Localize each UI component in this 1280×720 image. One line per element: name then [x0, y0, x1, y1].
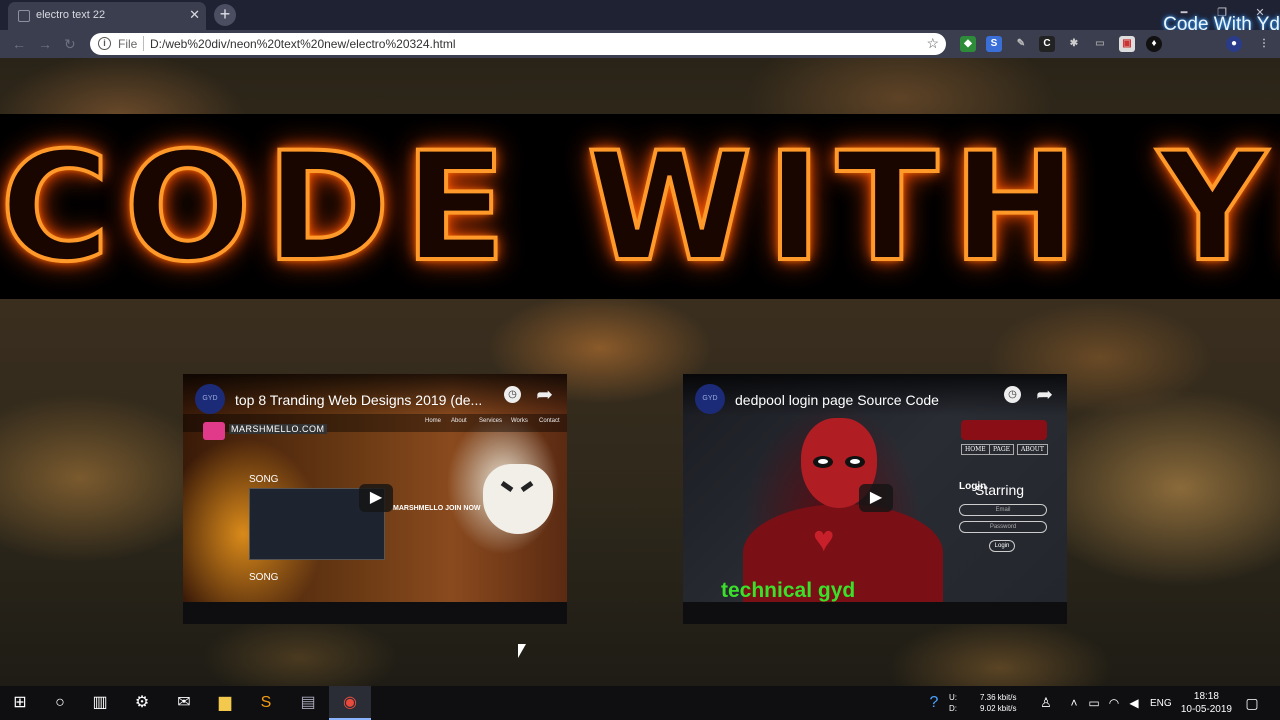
neon-banner: CODE WITH YD	[0, 114, 1280, 299]
mail-icon[interactable]: ✉	[174, 693, 194, 713]
thumb-login-button: Login	[989, 540, 1015, 552]
thumb-nav-item: Works	[511, 418, 528, 424]
thumb-nav-item: Services	[479, 418, 503, 424]
windows-start-icon[interactable]: ⊞	[10, 693, 30, 713]
net-up-label: U:	[949, 693, 957, 702]
net-speed: 7.36 kbit/s 9.02 kbit/s	[980, 692, 1016, 714]
thumb-join-text: MARSHMELLO JOIN NOW	[393, 505, 481, 512]
thumb-figure-eye	[813, 456, 833, 468]
video-title[interactable]: top 8 Tranding Web Designs 2019 (de...	[235, 392, 482, 408]
screen: electro text 22 ✕ + ━ ❐ ✕ Code With Yd ←…	[0, 0, 1280, 720]
language-indicator[interactable]: ENG	[1150, 698, 1172, 709]
chevron-up-icon[interactable]: ˄	[1064, 693, 1084, 713]
address-divider	[143, 36, 144, 51]
browser-tab-bar: electro text 22 ✕ + ━ ❐ ✕ Code With Yd	[0, 0, 1280, 35]
thumb-menu-item: ABOUT	[1017, 444, 1048, 455]
net-labels: U: D:	[949, 692, 957, 714]
reload-icon[interactable]: ↻	[64, 36, 76, 53]
menu-dots-icon[interactable]: ⋮	[1256, 36, 1272, 52]
volume-icon[interactable]: ◀	[1124, 693, 1144, 713]
play-button[interactable]: ▶	[859, 484, 893, 512]
taskbar: ⊞ ○ ▥ ⚙ ✉ ▆ S ▤ ◉ ? U: D: 7.36 kbit/s 9.02…	[0, 686, 1280, 720]
back-icon[interactable]: ←	[12, 36, 26, 52]
sublime-text-icon[interactable]: S	[256, 693, 276, 713]
file-explorer-icon[interactable]: ▆	[215, 693, 235, 713]
page-icon	[18, 10, 30, 22]
web-page: CODE WITH YD Home About Services Works C…	[0, 58, 1280, 686]
thumb-panel-logo	[961, 420, 1047, 440]
video-embed-1[interactable]: Home About Services Works Contact MARSHM…	[183, 374, 567, 624]
thumb-menu-item: PAGE	[989, 444, 1014, 455]
chrome-icon[interactable]: ◉	[340, 693, 360, 713]
neon-text: CODE WITH YD	[0, 121, 1280, 295]
address-bar[interactable]: i File D:/web%20div/neon%20text%20new/el…	[90, 33, 946, 55]
thumb-password-field: Password	[959, 521, 1047, 533]
settings-gear-icon[interactable]: ⚙	[132, 693, 152, 713]
thumb-helmet	[483, 464, 553, 534]
play-button[interactable]: ▶	[359, 484, 393, 512]
thumb-nav-item: Home	[425, 418, 442, 424]
net-down-value: 9.02 kbit/s	[980, 704, 1017, 713]
video-title[interactable]: dedpool login page Source Code	[735, 392, 939, 408]
watch-later-icon[interactable]: ◷	[504, 386, 521, 403]
system-clock[interactable]: 18:18 10-05-2019	[1181, 690, 1232, 716]
cast-icon[interactable]: ▭	[1092, 36, 1108, 52]
tab-title: electro text 22	[36, 9, 106, 21]
thumb-overlay-text: technical gyd	[721, 579, 856, 602]
thumb-logo-mark	[203, 422, 225, 440]
thumb-song-label: SONG	[249, 474, 279, 485]
browser-toolbar: ← → ↻ i File D:/web%20div/neon%20text%20…	[0, 30, 1280, 58]
net-up-value: 7.36 kbit/s	[980, 693, 1017, 702]
thumb-starring-text: Starring	[975, 482, 1025, 498]
thumb-song-label: SONG	[249, 572, 279, 583]
wifi-icon[interactable]: ◠	[1104, 693, 1124, 713]
watch-later-icon[interactable]: ◷	[1004, 386, 1021, 403]
extension-square-icon[interactable]: ▣	[1119, 36, 1135, 52]
url-text[interactable]: D:/web%20div/neon%20text%20new/electro%2…	[150, 37, 456, 51]
notification-icon[interactable]: ▢	[1242, 693, 1262, 713]
info-icon[interactable]: i	[98, 37, 111, 50]
share-icon[interactable]: ➦	[1036, 382, 1053, 407]
thumb-logo-text: MARSHMELLO.COM	[229, 424, 327, 434]
new-tab-button[interactable]: +	[214, 4, 236, 26]
extension-icon[interactable]: ◆	[960, 36, 976, 52]
pen-icon[interactable]: ✎	[1013, 36, 1029, 52]
browser-tab[interactable]: electro text 22 ✕	[8, 2, 206, 30]
heart-icon: ♥	[813, 518, 835, 559]
thumb-nav-item: Contact	[539, 418, 560, 424]
close-tab-icon[interactable]: ✕	[189, 7, 200, 23]
clock-date: 10-05-2019	[1180, 704, 1232, 715]
clock-time: 18:18	[1193, 691, 1219, 702]
channel-avatar[interactable]: GYD	[195, 384, 225, 414]
video-embed-2[interactable]: ♥ HOME PAGE ABOUT Login Starring Email P…	[683, 374, 1067, 624]
channel-avatar[interactable]: GYD	[695, 384, 725, 414]
forward-icon[interactable]: →	[38, 36, 52, 52]
profile-avatar[interactable]: ●	[1226, 36, 1242, 52]
people-icon[interactable]: ♙	[1036, 693, 1056, 713]
share-icon[interactable]: ➦	[536, 382, 553, 407]
thumb-email-field: Email	[959, 504, 1047, 516]
extension-c-icon[interactable]: C	[1039, 36, 1055, 52]
gear-icon[interactable]: ✱	[1066, 36, 1082, 52]
help-icon[interactable]: ?	[924, 693, 944, 713]
thumb-menu-item: HOME	[961, 444, 990, 455]
battery-icon[interactable]: ▭	[1084, 693, 1104, 713]
thumb-nav-item: About	[451, 418, 467, 424]
net-down-label: D:	[949, 704, 957, 713]
app-icon[interactable]: ▤	[298, 693, 318, 713]
url-scheme: File	[118, 37, 138, 51]
extension-shield-icon[interactable]: ♦	[1146, 36, 1162, 52]
search-circle-icon[interactable]: ○	[50, 693, 70, 713]
task-view-icon[interactable]: ▥	[90, 693, 110, 713]
extension-s-icon[interactable]: S	[986, 36, 1002, 52]
mouse-cursor-icon	[518, 644, 526, 658]
bookmark-star-icon[interactable]: ☆	[926, 35, 939, 52]
thumb-figure-eye	[845, 456, 865, 468]
